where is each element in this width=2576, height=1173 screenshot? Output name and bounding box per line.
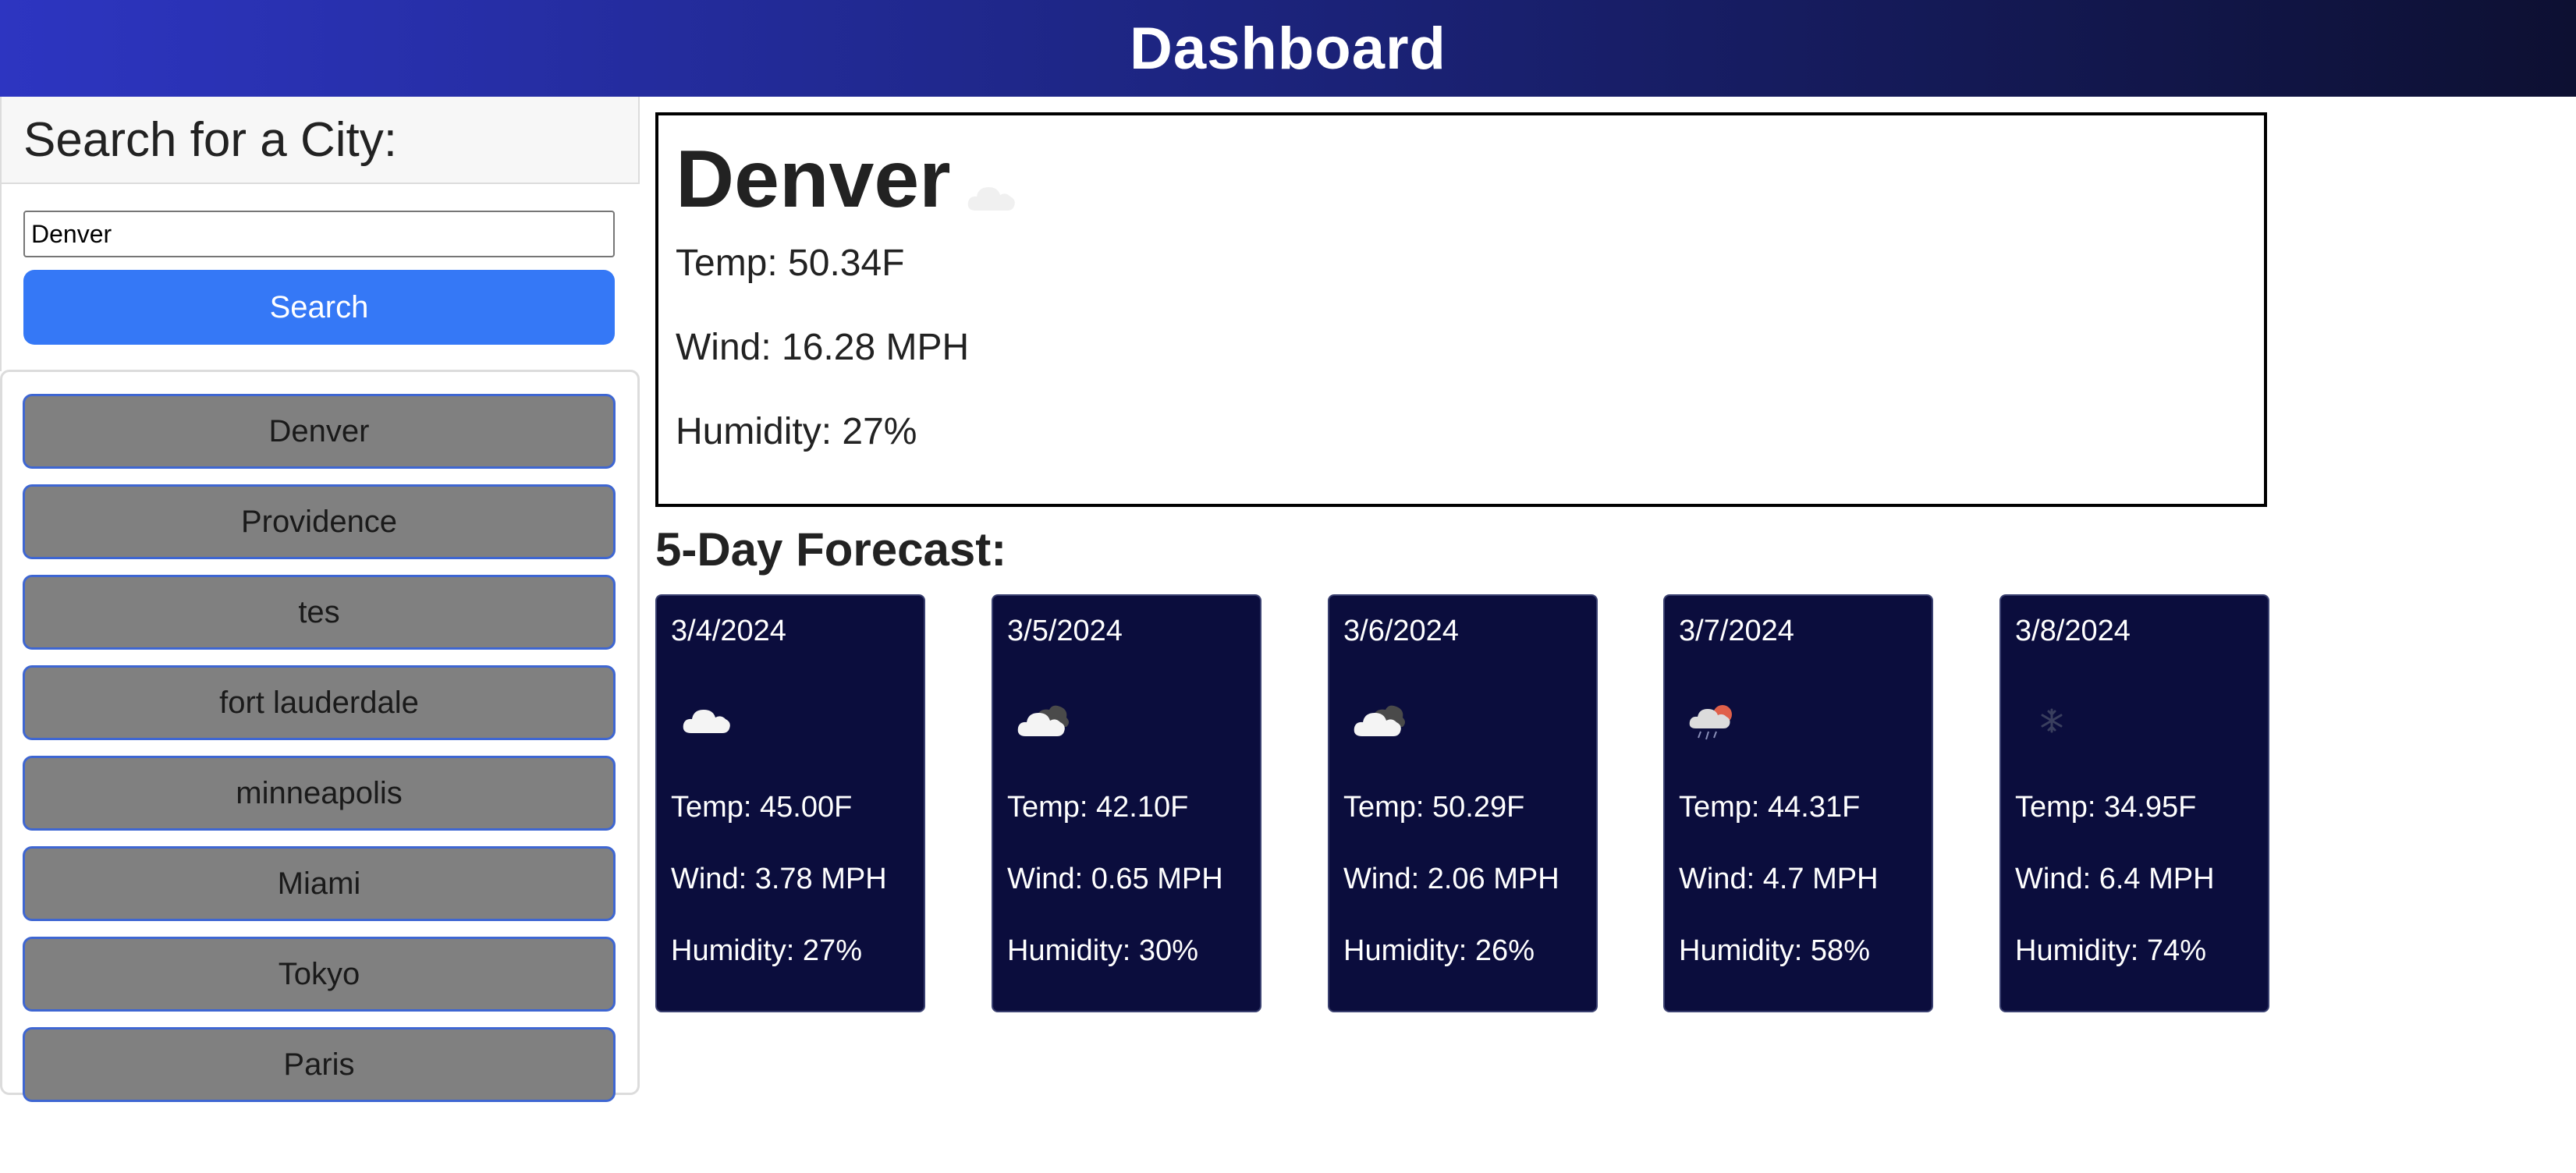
history-button-tes[interactable]: tes <box>23 575 616 650</box>
current-wind: Wind: 16.28 MPH <box>676 327 970 368</box>
current-weather-title: Denver <box>676 139 1020 220</box>
current-humidity: Humidity: 27% <box>676 411 917 452</box>
forecast-wind: Wind: 3.78 MPH <box>671 863 887 895</box>
forecast-wind: Wind: 4.7 MPH <box>1679 863 1879 895</box>
forecast-humidity: Humidity: 58% <box>1679 934 1870 967</box>
snow-icon <box>2041 708 2063 733</box>
history-button-fort-lauderdale[interactable]: fort lauderdale <box>23 665 616 740</box>
forecast-humidity: Humidity: 27% <box>671 934 862 967</box>
rain-sun-icon <box>1689 705 1732 740</box>
forecast-wind: Wind: 0.65 MPH <box>1007 863 1223 895</box>
history-button-miami[interactable]: Miami <box>23 846 616 921</box>
history-button-paris[interactable]: Paris <box>23 1027 616 1102</box>
search-heading: Search for a City: <box>23 112 397 167</box>
search-form: Search <box>0 184 640 371</box>
forecast-temp: Temp: 34.95F <box>2015 791 2197 824</box>
cloud-icon <box>967 187 1015 211</box>
city-search-input[interactable] <box>23 211 615 257</box>
current-city-name: Denver <box>676 134 951 225</box>
forecast-card: 3/7/2024 Temp: 44.31F Wind: 4.7 MPH Humi… <box>1663 594 1933 1012</box>
forecast-heading: 5-Day Forecast: <box>655 523 1007 576</box>
broken-clouds-icon <box>1017 705 1069 736</box>
history-button-providence[interactable]: Providence <box>23 484 616 559</box>
forecast-humidity: Humidity: 74% <box>2015 934 2206 967</box>
broken-clouds-icon <box>1354 705 1405 736</box>
history-button-denver[interactable]: Denver <box>23 394 616 469</box>
cloud-icon <box>683 710 730 733</box>
forecast-wind: Wind: 2.06 MPH <box>1343 863 1559 895</box>
forecast-card: 3/4/2024 Temp: 45.00F Wind: 3.78 MPH Hum… <box>655 594 925 1012</box>
forecast-temp: Temp: 50.29F <box>1343 791 1525 824</box>
forecast-humidity: Humidity: 26% <box>1343 934 1535 967</box>
forecast-date: 3/8/2024 <box>2015 615 2131 647</box>
page-title: Dashboard <box>1130 15 1446 82</box>
history-button-minneapolis[interactable]: minneapolis <box>23 756 616 831</box>
forecast-date: 3/5/2024 <box>1007 615 1123 647</box>
forecast-temp: Temp: 42.10F <box>1007 791 1189 824</box>
forecast-temp: Temp: 45.00F <box>671 791 853 824</box>
app-header: Dashboard <box>0 0 2576 97</box>
current-temp: Temp: 50.34F <box>676 243 905 284</box>
history-button-tokyo[interactable]: Tokyo <box>23 937 616 1012</box>
forecast-date: 3/7/2024 <box>1679 615 1794 647</box>
forecast-date: 3/4/2024 <box>671 615 786 647</box>
forecast-temp: Temp: 44.31F <box>1679 791 1861 824</box>
forecast-date: 3/6/2024 <box>1343 615 1459 647</box>
forecast-humidity: Humidity: 30% <box>1007 934 1198 967</box>
search-history-list: Denver Providence tes fort lauderdale mi… <box>0 370 640 1102</box>
search-panel-header: Search for a City: <box>0 97 640 184</box>
forecast-card: 3/6/2024 Temp: 50.29F Wind: 2.06 MPH Hum… <box>1328 594 1598 1012</box>
forecast-card: 3/8/2024 Temp: 34.95F Wind: 6.4 MPH Humi… <box>1999 594 2269 1012</box>
forecast-card: 3/5/2024 Temp: 42.10F Wind: 0.65 MPH Hum… <box>992 594 1261 1012</box>
forecast-wind: Wind: 6.4 MPH <box>2015 863 2215 895</box>
search-button[interactable]: Search <box>23 270 615 345</box>
current-weather-card: Denver Temp: 50.34F Wind: 16.28 MPH Humi… <box>655 112 2267 507</box>
